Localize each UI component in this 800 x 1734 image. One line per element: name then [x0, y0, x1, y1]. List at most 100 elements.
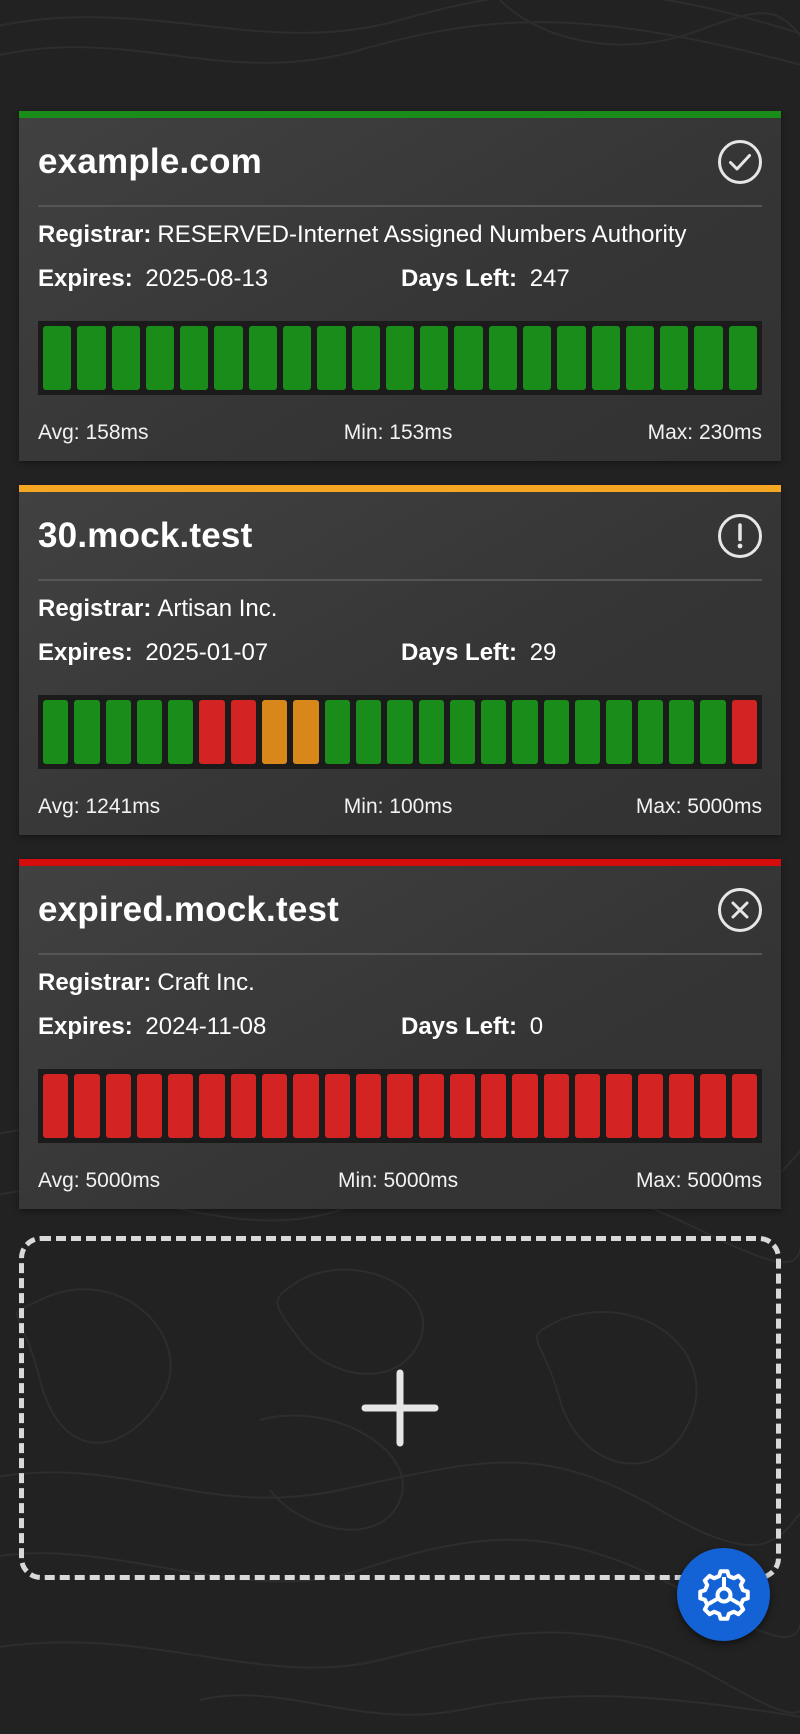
history-segment-ok	[214, 326, 243, 390]
expiry-row: Expires: 2024-11-08 Days Left: 0	[38, 1005, 762, 1049]
avg-response: Avg: 158ms	[38, 421, 149, 444]
min-response: Min: 153ms	[343, 421, 453, 444]
avg-response: Avg: 5000ms	[38, 1169, 161, 1192]
avg-response: Avg: 1241ms	[38, 795, 161, 818]
history-segment-ok	[454, 326, 483, 390]
history-segment-ok	[324, 700, 350, 764]
expires-group: Expires: 2025-01-07	[38, 639, 401, 667]
history-segment-error	[293, 1074, 319, 1138]
max-response: Max: 5000ms	[635, 795, 762, 818]
expires-group: Expires: 2025-08-13	[38, 265, 401, 293]
expires-group: Expires: 2024-11-08	[38, 1013, 401, 1041]
history-segment-error	[731, 1074, 757, 1138]
history-segment-error	[731, 700, 757, 764]
days-left-group: Days Left: 0	[401, 1013, 543, 1041]
history-segment-ok	[557, 326, 586, 390]
history-segment-error	[230, 1074, 257, 1138]
days-left-group: Days Left: 29	[401, 639, 556, 667]
max-response: Max: 230ms	[647, 421, 762, 444]
expiry-row: Expires: 2025-08-13 Days Left: 247	[38, 257, 762, 301]
registrar-value: Craft Inc.	[157, 969, 255, 996]
history-segment-error	[355, 1074, 382, 1138]
history-segment-ok	[625, 326, 655, 390]
history-segment-ok	[575, 700, 601, 764]
history-segment-error	[199, 700, 225, 764]
history-segment-error	[43, 1074, 69, 1138]
domain-card-1[interactable]: 30.mock.test Registrar: Artisan Inc. Exp…	[19, 485, 781, 835]
history-segment-ok	[420, 326, 449, 390]
history-segment-ok	[418, 700, 444, 764]
history-segment-ok	[43, 700, 69, 764]
days-left-value: 0	[529, 1013, 544, 1040]
history-segment-ok	[105, 700, 131, 764]
history-segment-ok	[111, 326, 140, 390]
registrar-value: RESERVED-Internet Assigned Numbers Autho…	[157, 221, 687, 248]
response-stats: Avg: 1241ms Min: 100ms Max: 5000ms	[38, 795, 762, 819]
domain-card-0[interactable]: example.com Registrar: RESERVED-Internet…	[19, 111, 781, 461]
history-segment-error	[418, 1074, 444, 1138]
history-segment-error	[481, 1074, 507, 1138]
history-segment-ok	[136, 700, 163, 764]
add-domain-button[interactable]	[19, 1236, 781, 1580]
history-segment-warn	[293, 700, 319, 764]
registrar-label: Registrar:	[38, 221, 152, 248]
expires-label: Expires:	[38, 1013, 133, 1040]
history-segment-ok	[180, 326, 209, 390]
min-response: Min: 100ms	[343, 795, 453, 818]
days-left-label: Days Left:	[401, 639, 518, 666]
history-segment-warn	[262, 700, 288, 764]
history-segment-ok	[512, 700, 538, 764]
history-segment-ok	[694, 326, 723, 390]
registrar-value: Artisan Inc.	[157, 595, 278, 622]
max-response: Max: 5000ms	[635, 1169, 762, 1192]
history-segment-ok	[355, 700, 382, 764]
days-left-label: Days Left:	[401, 1013, 518, 1040]
history-segment-ok	[591, 326, 620, 390]
settings-button[interactable]	[677, 1548, 770, 1641]
history-segment-ok	[43, 326, 72, 390]
x-circle-icon	[718, 887, 762, 932]
gear-icon	[697, 1568, 750, 1621]
history-segment-ok	[481, 700, 507, 764]
registrar-row: Registrar: RESERVED-Internet Assigned Nu…	[38, 213, 762, 257]
domain-name: expired.mock.test	[38, 889, 340, 929]
history-segment-error	[324, 1074, 350, 1138]
min-response: Min: 5000ms	[337, 1169, 459, 1192]
expires-value: 2024-11-08	[145, 1013, 267, 1040]
card-header: 30.mock.test	[38, 492, 762, 581]
history-segment-error	[262, 1074, 288, 1138]
history-segment-ok	[77, 326, 106, 390]
expiry-row: Expires: 2025-01-07 Days Left: 29	[38, 631, 762, 675]
history-segment-ok	[248, 326, 277, 390]
days-left-value: 247	[529, 265, 570, 292]
history-segment-error	[700, 1074, 726, 1138]
expires-value: 2025-01-07	[145, 639, 269, 666]
plus-icon	[361, 1369, 439, 1447]
exclamation-circle-icon	[718, 513, 762, 558]
response-stats: Avg: 5000ms Min: 5000ms Max: 5000ms	[38, 1169, 762, 1193]
response-history-bar	[38, 321, 762, 395]
response-history-bar	[38, 1069, 762, 1143]
registrar-row: Registrar: Craft Inc.	[38, 961, 762, 1005]
history-segment-ok	[74, 700, 100, 764]
history-segment-ok	[449, 700, 476, 764]
history-segment-ok	[668, 700, 695, 764]
registrar-label: Registrar:	[38, 595, 152, 622]
history-segment-ok	[606, 700, 632, 764]
domain-card-2[interactable]: expired.mock.test Registrar: Craft Inc. …	[19, 859, 781, 1209]
history-segment-error	[136, 1074, 163, 1138]
history-segment-error	[449, 1074, 476, 1138]
expires-label: Expires:	[38, 639, 133, 666]
history-segment-error	[74, 1074, 100, 1138]
history-segment-ok	[700, 700, 726, 764]
days-left-label: Days Left:	[401, 265, 518, 292]
history-segment-error	[168, 1074, 194, 1138]
history-segment-error	[199, 1074, 225, 1138]
expires-label: Expires:	[38, 265, 133, 292]
history-segment-ok	[637, 700, 663, 764]
history-segment-ok	[145, 326, 175, 390]
response-history-bar	[38, 695, 762, 769]
history-segment-ok	[387, 700, 413, 764]
history-segment-ok	[317, 326, 346, 390]
history-segment-error	[637, 1074, 663, 1138]
